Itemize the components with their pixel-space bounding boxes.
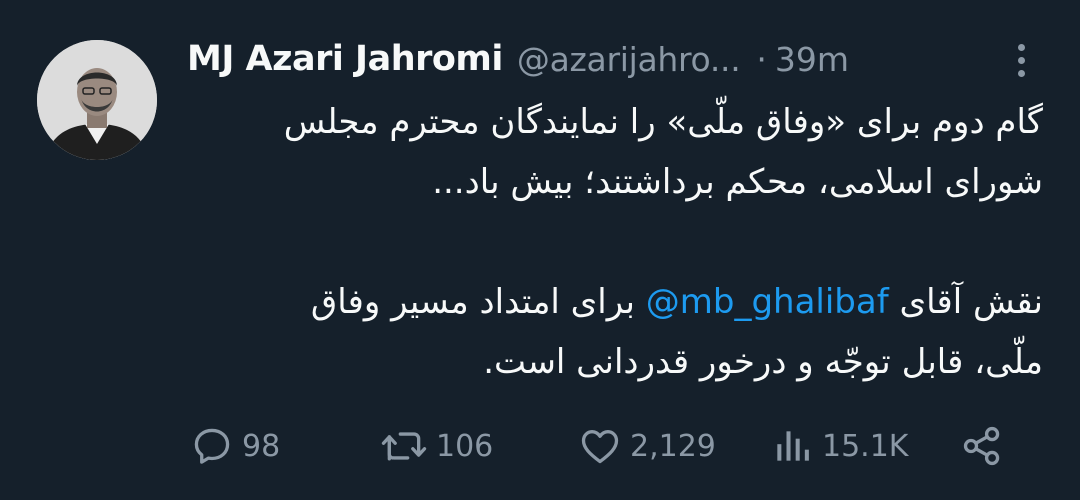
share-button[interactable] — [960, 416, 1004, 476]
separator-dot: · — [756, 39, 767, 79]
views-button[interactable]: 15.1K — [770, 416, 908, 476]
views-count: 15.1K — [822, 428, 909, 464]
tweet-text-line: گام دوم برای «وفاق ملّی» را نمایندگان مح… — [283, 102, 1043, 142]
avatar-image — [37, 40, 157, 160]
reply-button[interactable]: 98 — [190, 416, 280, 476]
action-bar: 98 106 2,129 15.1K — [0, 416, 1080, 476]
tweet-text-line: ملّی، قابل توجّه و درخور قدردانی است. — [483, 342, 1043, 382]
tweet-card[interactable]: MJ Azari Jahromi @azarijahro... · 39m گا… — [0, 0, 1080, 500]
user-handle[interactable]: @azarijahro... — [517, 40, 741, 79]
tweet-text: گام دوم برای «وفاق ملّی» را نمایندگان مح… — [183, 92, 1043, 392]
like-count: 2,129 — [630, 428, 716, 464]
text-fragment: برای امتداد مسیر وفاق — [310, 282, 646, 322]
like-button[interactable]: 2,129 — [578, 416, 716, 476]
tweet-text-line: شورای اسلامی، محکم برداشتند؛ بیش باد... — [432, 162, 1043, 202]
more-options-button[interactable] — [1006, 40, 1036, 80]
tweet-header: MJ Azari Jahromi @azarijahro... · 39m — [187, 36, 987, 82]
heart-icon — [581, 430, 619, 464]
retweet-icon — [381, 432, 427, 461]
retweet-count: 106 — [436, 428, 494, 464]
avatar[interactable] — [37, 40, 157, 160]
reply-icon — [194, 428, 230, 464]
display-name[interactable]: MJ Azari Jahromi — [187, 39, 503, 79]
mention-link[interactable]: @mb_ghalibaf — [646, 282, 889, 322]
reply-count: 98 — [242, 428, 281, 464]
more-icon — [1017, 43, 1025, 51]
share-icon — [963, 426, 1000, 466]
tweet-text-line: نقش آقای @mb_ghalibaf برای امتداد مسیر و… — [183, 272, 1043, 332]
views-icon — [777, 431, 809, 461]
text-fragment: نقش آقای — [888, 282, 1044, 322]
tweet-timestamp[interactable]: 39m — [775, 40, 849, 79]
retweet-button[interactable]: 106 — [380, 416, 493, 476]
paragraph-break — [183, 212, 1043, 272]
